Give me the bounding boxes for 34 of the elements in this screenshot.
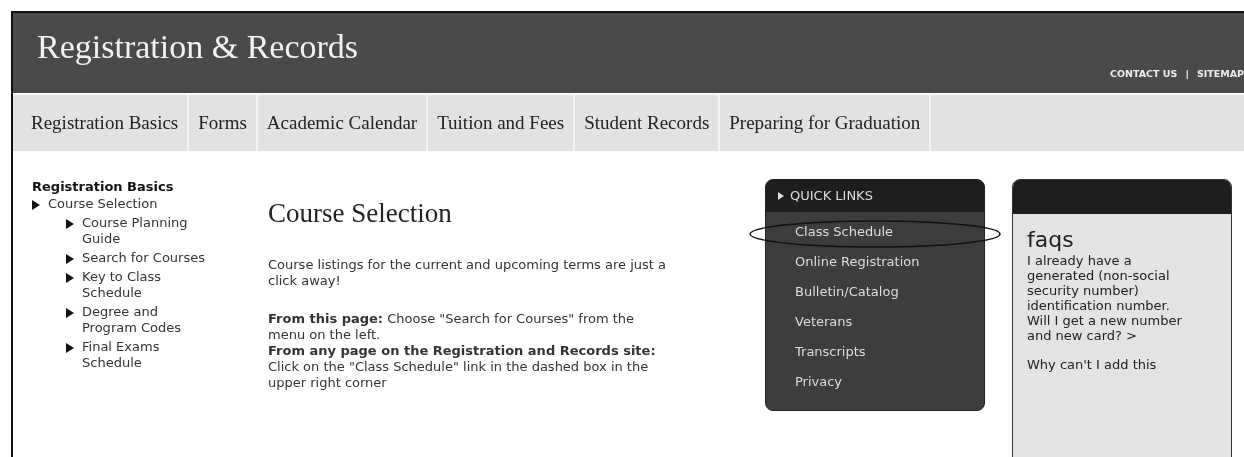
nav-tab[interactable]: Registration Basics	[13, 95, 190, 151]
sidebar-link[interactable]: Course Planning Guide	[82, 215, 207, 247]
nav-tab[interactable]: Student Records	[575, 95, 721, 151]
nav-tab[interactable]: Preparing for Graduation	[720, 95, 932, 151]
nav-tab[interactable]: Tuition and Fees	[428, 95, 576, 151]
arrow-icon	[778, 192, 784, 200]
nav-tab[interactable]: Academic Calendar	[257, 95, 429, 151]
nav-tab[interactable]: Forms	[189, 95, 258, 151]
sidebar-heading: Registration Basics	[32, 179, 175, 195]
header-link[interactable]: CONTACT US	[1109, 66, 1178, 81]
page-heading: Course Selection	[268, 197, 453, 230]
paragraph: From this page: Choose "Search for Courses" from the menu on the left. From any page on the Registration and Records site: Click on the "Class Schedule" link in the dashed box in the upper right corner	[268, 311, 657, 392]
sidebar-link[interactable]: Search for Courses	[82, 250, 207, 266]
panel-title: QUICK LINKS	[790, 187, 873, 206]
quick-link[interactable]: Bulletin/Catalog	[795, 277, 899, 307]
arrow-icon	[66, 219, 74, 229]
paragraph: Course listings for the current and upcoming terms are just a click away!	[268, 257, 667, 290]
quick-link[interactable]: Online Registration	[795, 247, 920, 277]
sidebar-link[interactable]: Final Exams Schedule	[82, 339, 207, 371]
sidebar-link[interactable]: Degree and Program Codes	[82, 304, 207, 336]
link-separator: |	[1185, 66, 1189, 81]
faq-link[interactable]: Why can't I add this	[1027, 357, 1191, 372]
quick-link[interactable]: Veterans	[795, 307, 853, 337]
quick-link[interactable]: Privacy	[795, 367, 843, 397]
site-title: Registration & Records	[37, 27, 359, 67]
arrow-icon	[32, 200, 40, 210]
quick-link[interactable]: Class Schedule	[795, 217, 894, 247]
header-link[interactable]: SITEMAP	[1196, 66, 1244, 81]
sidebar-link[interactable]: Key to Class Schedule	[82, 269, 207, 301]
sidebar-link[interactable]: Course Selection	[48, 196, 158, 212]
quick-link[interactable]: Transcripts	[795, 337, 866, 367]
arrow-icon	[66, 308, 74, 318]
arrow-icon	[66, 343, 74, 353]
faq-link[interactable]: I already have a generated (non-social security number) identification number. Will I get a new number and new card? >	[1027, 253, 1191, 343]
